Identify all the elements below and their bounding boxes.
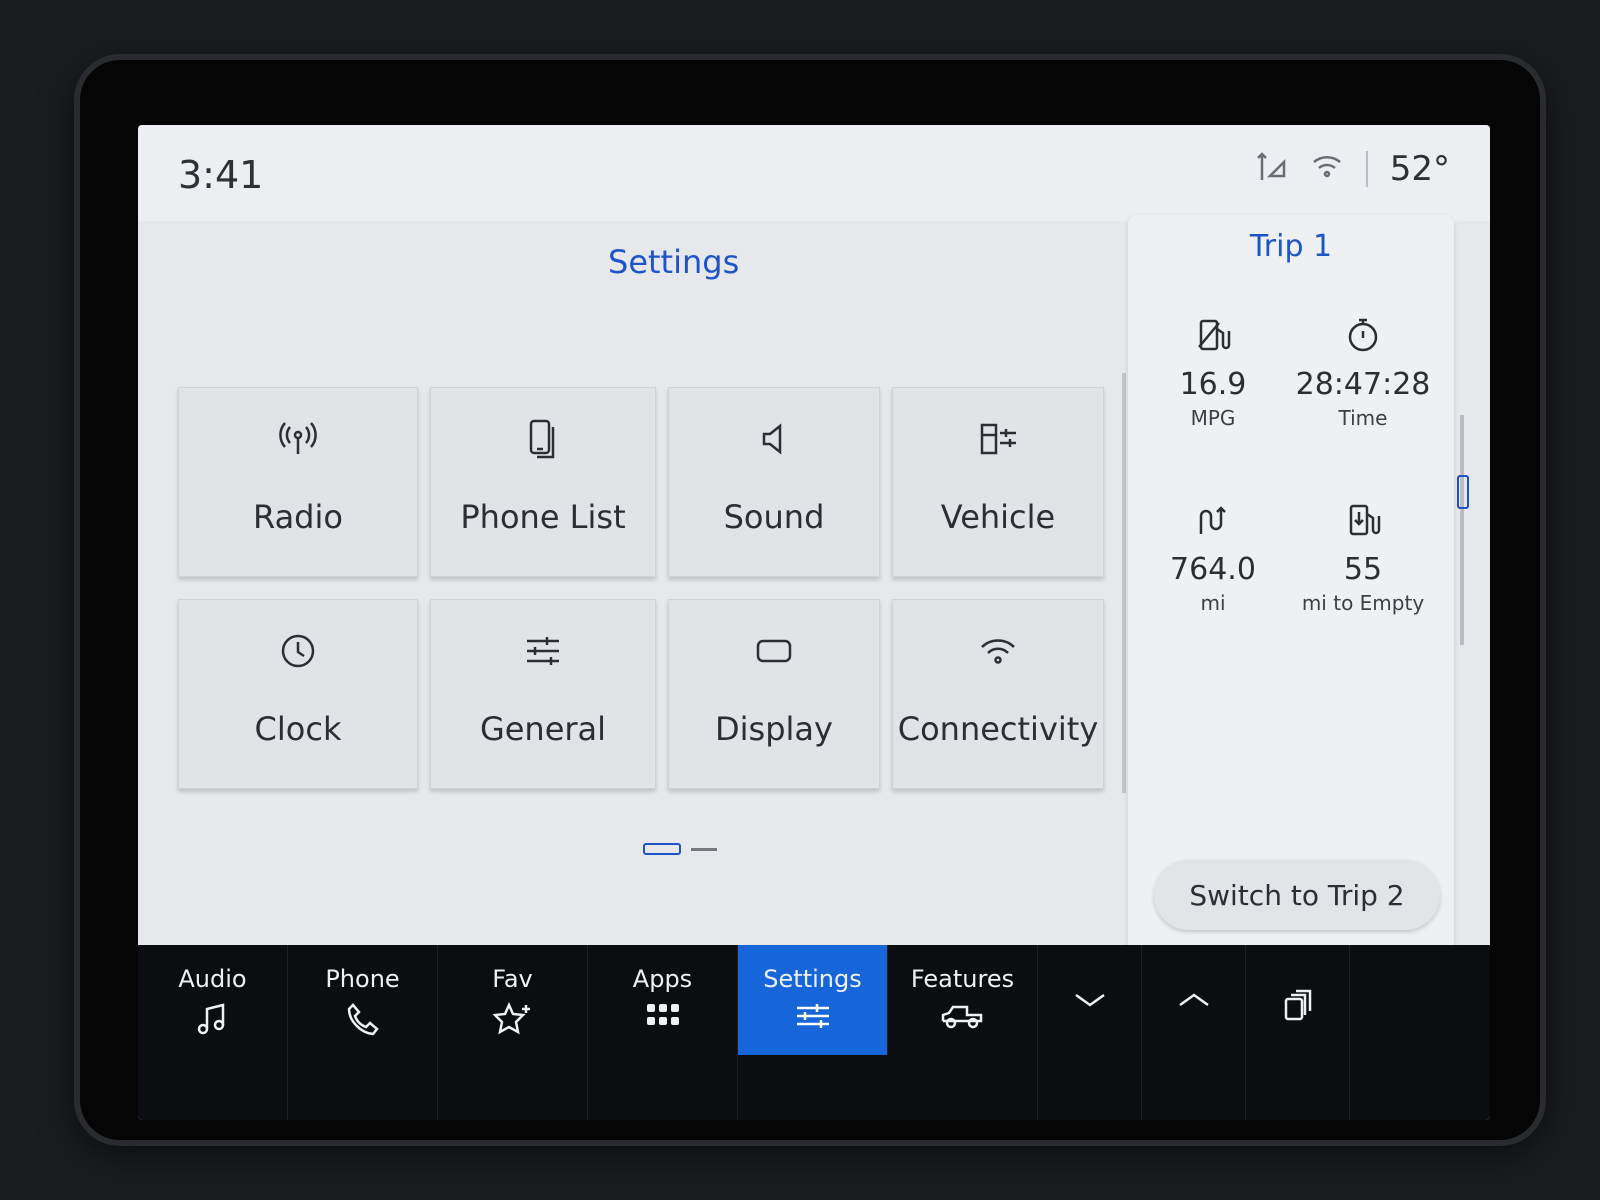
fuel-range-icon — [1343, 504, 1383, 544]
music-note-icon — [195, 1001, 231, 1041]
settings-grid: Radio Phone List Sound Vehicle Clock Gen… — [178, 387, 1118, 797]
tile-general[interactable]: General — [430, 599, 656, 789]
trip-title: Trip 1 — [1249, 229, 1333, 264]
time-label: Time — [1338, 406, 1388, 430]
wifi-icon — [978, 628, 1018, 674]
distance-label: mi — [1200, 591, 1226, 615]
nav-label: Audio — [178, 965, 247, 993]
star-plus-icon — [491, 1001, 533, 1041]
display-icon — [754, 628, 794, 674]
scroll-up-button[interactable] — [1142, 945, 1246, 1120]
tile-phone-list[interactable]: Phone List — [430, 387, 656, 577]
stopwatch-icon — [1343, 318, 1383, 359]
outside-temperature: 52° — [1389, 149, 1450, 189]
nav-settings[interactable]: Settings — [738, 945, 888, 1055]
tile-label: General — [479, 710, 607, 748]
scroll-thumb[interactable] — [1457, 475, 1469, 509]
tile-label: Clock — [254, 710, 342, 748]
vehicle-settings-icon — [976, 416, 1020, 462]
scroll-down-button[interactable] — [1038, 945, 1142, 1120]
infotainment-screen: 3:41 52° Settings Radio Phone List Sound… — [138, 125, 1490, 1120]
bottom-nav-bar: Audio Phone Fav Apps Settings Features — [138, 945, 1490, 1120]
distance-value: 764.0 — [1170, 552, 1256, 587]
truck-icon — [941, 1001, 985, 1035]
apps-grid-icon — [645, 1001, 681, 1033]
chevron-up-icon — [1176, 989, 1212, 1013]
nav-features[interactable]: Features — [888, 945, 1038, 1120]
tile-label: Phone List — [460, 498, 626, 536]
mpg-value: 16.9 — [1179, 367, 1247, 402]
tile-label: Connectivity — [897, 710, 1099, 748]
range-label: mi to Empty — [1301, 591, 1425, 615]
tile-label: Radio — [253, 498, 343, 536]
trip-panel: Trip 1 16.9 MPG 28:47:28 Time 764.0 mi 5… — [1128, 215, 1454, 955]
page-dot-active[interactable] — [643, 843, 681, 855]
clock-time: 3:41 — [178, 153, 264, 197]
trip-time: 28:47:28 Time — [1288, 315, 1438, 430]
tile-label: Vehicle — [940, 498, 1056, 536]
phone-list-icon — [523, 416, 563, 462]
nav-phone[interactable]: Phone — [288, 945, 438, 1120]
tile-radio[interactable]: Radio — [178, 387, 418, 577]
route-distance-icon — [1193, 506, 1233, 544]
page-indicator — [643, 843, 717, 855]
tile-label: Display — [715, 710, 833, 748]
phone-handset-icon — [345, 1001, 381, 1041]
trip-range: 55 mi to Empty — [1288, 500, 1438, 615]
nav-label: Features — [910, 965, 1015, 993]
page-dot[interactable] — [691, 847, 717, 851]
tile-connectivity[interactable]: Connectivity — [892, 599, 1104, 789]
speaker-icon — [754, 416, 794, 462]
wifi-hotspot-icon — [1310, 150, 1344, 188]
radio-antenna-icon — [278, 416, 318, 462]
tile-sound[interactable]: Sound — [668, 387, 880, 577]
nav-fav[interactable]: Fav — [438, 945, 588, 1120]
multitask-button[interactable] — [1246, 945, 1350, 1120]
stacked-windows-icon — [1283, 989, 1313, 1027]
trip-scrollbar[interactable] — [1457, 415, 1469, 645]
page-title: Settings — [608, 243, 740, 281]
time-value: 28:47:28 — [1295, 367, 1431, 402]
tile-vehicle[interactable]: Vehicle — [892, 387, 1104, 577]
status-separator — [1365, 151, 1368, 187]
sliders-icon — [523, 628, 563, 674]
nav-label: Phone — [325, 965, 400, 993]
clock-icon — [278, 628, 318, 674]
range-value: 55 — [1343, 552, 1383, 587]
status-indicators: 52° — [1254, 149, 1450, 189]
tile-clock[interactable]: Clock — [178, 599, 418, 789]
nav-label: Settings — [763, 965, 862, 993]
switch-trip-button[interactable]: Switch to Trip 2 — [1154, 860, 1440, 930]
tile-label: Sound — [723, 498, 825, 536]
sliders-icon — [795, 1001, 831, 1035]
nav-audio[interactable]: Audio — [138, 945, 288, 1120]
nav-apps[interactable]: Apps — [588, 945, 738, 1120]
trip-distance: 764.0 mi — [1138, 500, 1288, 615]
tile-display[interactable]: Display — [668, 599, 880, 789]
nav-label: Fav — [492, 965, 533, 993]
chevron-down-icon — [1072, 989, 1108, 1013]
trip-mpg: 16.9 MPG — [1138, 315, 1288, 430]
gps-signal-icon — [1254, 150, 1288, 188]
mpg-label: MPG — [1190, 406, 1236, 430]
fuel-economy-icon — [1193, 319, 1233, 359]
status-bar: 3:41 52° — [138, 125, 1490, 221]
grid-scrollbar[interactable] — [1122, 373, 1126, 793]
nav-label: Apps — [632, 965, 693, 993]
